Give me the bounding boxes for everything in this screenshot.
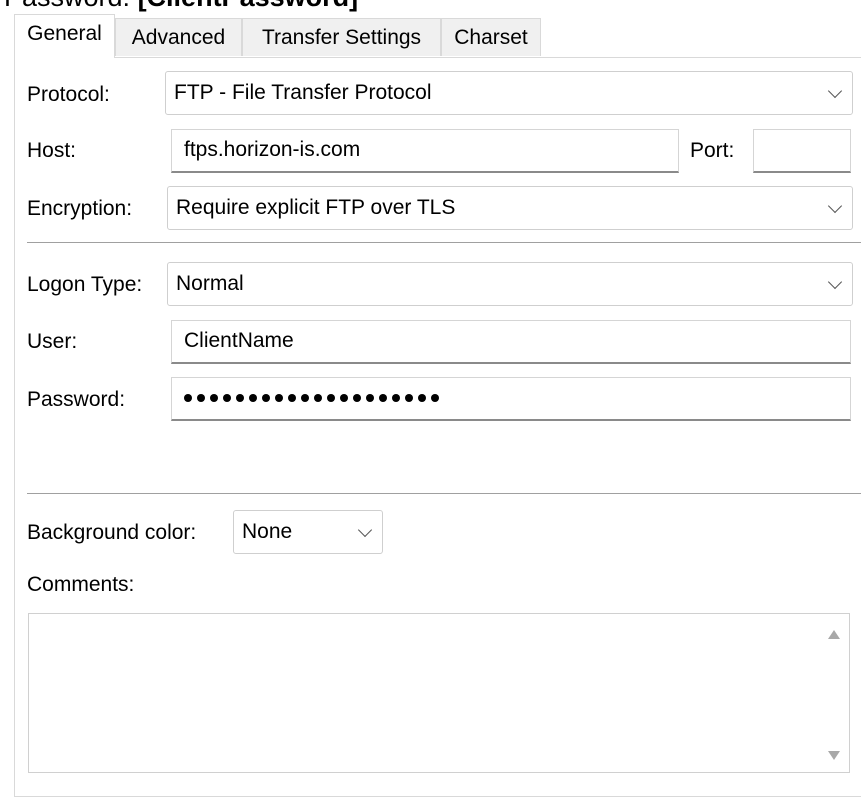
host-input[interactable]: ftps.horizon-is.com xyxy=(171,129,679,173)
tab-charset[interactable]: Charset xyxy=(441,18,541,56)
logon-type-select-value: Normal xyxy=(176,272,244,295)
clipped-header-value: [ClientPassword] xyxy=(138,0,359,12)
password-mask-dot xyxy=(301,394,309,402)
password-mask-dot xyxy=(405,394,413,402)
password-mask-dot xyxy=(249,394,257,402)
password-mask-dot xyxy=(223,394,231,402)
background-color-select[interactable]: None xyxy=(233,510,383,554)
port-label: Port: xyxy=(690,139,735,162)
user-input[interactable]: ClientName xyxy=(171,320,851,364)
logon-type-select[interactable]: Normal xyxy=(167,262,853,306)
tab-bar: General Advanced Transfer Settings Chars… xyxy=(14,14,861,58)
encryption-select[interactable]: Require explicit FTP over TLS xyxy=(167,186,853,230)
tab-transfer-settings[interactable]: Transfer Settings xyxy=(242,18,441,56)
chevron-down-icon xyxy=(357,522,373,538)
user-label: User: xyxy=(27,330,78,353)
chevron-down-icon xyxy=(827,274,843,290)
password-input[interactable] xyxy=(171,377,851,421)
comments-textarea[interactable] xyxy=(28,613,850,773)
scroll-down-arrow-icon[interactable] xyxy=(828,751,840,760)
scroll-up-arrow-icon[interactable] xyxy=(828,630,840,639)
password-mask-dot xyxy=(262,394,270,402)
password-mask-dot xyxy=(366,394,374,402)
general-tab-panel: Protocol: FTP - File Transfer Protocol H… xyxy=(14,57,861,797)
password-mask-dot xyxy=(392,394,400,402)
password-mask xyxy=(184,391,439,405)
password-mask-dot xyxy=(275,394,283,402)
password-mask-dot xyxy=(314,394,322,402)
encryption-select-value: Require explicit FTP over TLS xyxy=(176,196,456,219)
password-mask-dot xyxy=(340,394,348,402)
password-mask-dot xyxy=(288,394,296,402)
port-input[interactable] xyxy=(753,129,851,173)
tab-advanced[interactable]: Advanced xyxy=(115,18,242,56)
password-mask-dot xyxy=(327,394,335,402)
clipped-header-prefix: Password: xyxy=(4,0,138,12)
protocol-select-value: FTP - File Transfer Protocol xyxy=(174,81,432,104)
tab-general[interactable]: General xyxy=(14,14,115,58)
background-color-select-value: None xyxy=(242,520,293,543)
encryption-label: Encryption: xyxy=(27,197,133,220)
background-color-label: Background color: xyxy=(27,521,197,544)
password-mask-dot xyxy=(353,394,361,402)
password-label: Password: xyxy=(27,388,126,411)
host-label: Host: xyxy=(27,139,77,162)
chevron-down-icon xyxy=(827,83,843,99)
password-mask-dot xyxy=(379,394,387,402)
clipped-header-text: Password: [ClientPassword] xyxy=(4,0,358,12)
password-mask-dot xyxy=(210,394,218,402)
separator-appearance xyxy=(27,493,861,494)
chevron-down-icon xyxy=(827,198,843,214)
password-mask-dot xyxy=(236,394,244,402)
password-mask-dot xyxy=(197,394,205,402)
password-mask-dot xyxy=(418,394,426,402)
password-mask-dot xyxy=(431,394,439,402)
separator-connection xyxy=(27,242,861,243)
logon-type-label: Logon Type: xyxy=(27,273,143,296)
password-mask-dot xyxy=(184,394,192,402)
protocol-label: Protocol: xyxy=(27,83,110,106)
comments-label: Comments: xyxy=(27,573,135,596)
protocol-select[interactable]: FTP - File Transfer Protocol xyxy=(165,71,853,115)
